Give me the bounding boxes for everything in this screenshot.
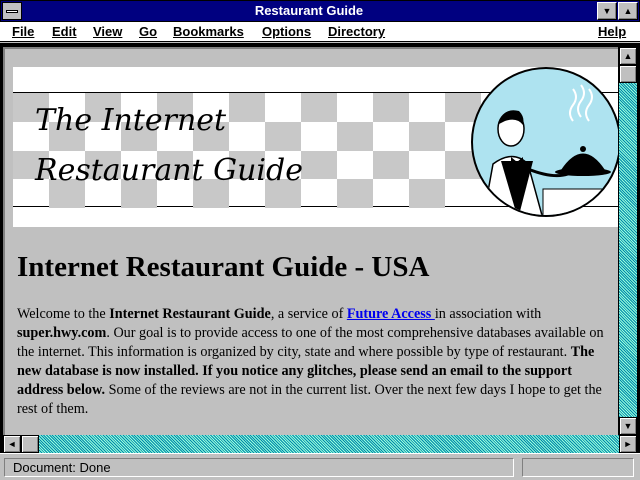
site-banner: The Internet Restaurant Guide (13, 67, 618, 227)
para-bold: super.hwy.com (17, 325, 107, 341)
page-title: Internet Restaurant Guide - USA (17, 251, 430, 283)
logo-text-line2: Restaurant Guide (35, 153, 303, 188)
menu-directory[interactable]: Directory (328, 24, 385, 39)
checker-square (409, 121, 445, 151)
menu-help[interactable]: Help (598, 24, 626, 39)
arrow-up-icon: ▲ (623, 6, 633, 16)
browser-viewport: The Internet Restaurant Guide Internet R… (0, 43, 640, 453)
menu-bookmarks[interactable]: Bookmarks (173, 24, 244, 39)
system-menu-icon (6, 10, 18, 13)
scroll-left-button[interactable]: ◄ (3, 435, 21, 453)
para-bold: Internet Restaurant Guide (109, 306, 271, 322)
future-access-link[interactable]: Future Access (347, 306, 435, 322)
checker-square (337, 121, 373, 151)
para-text: Welcome to the (17, 306, 110, 322)
checker-square (229, 93, 265, 122)
checker-square (337, 179, 373, 208)
vertical-scrollbar[interactable]: ▲ ▼ (619, 47, 637, 435)
arrow-left-icon: ◄ (7, 439, 17, 449)
progress-indicator (522, 458, 634, 477)
arrow-right-icon: ► (623, 439, 633, 449)
menu-view[interactable]: View (93, 24, 122, 39)
checker-square (301, 150, 337, 180)
arrow-down-icon: ▼ (602, 6, 612, 16)
arrow-up-icon: ▲ (623, 51, 633, 61)
para-text: Some of the reviews are not in the curre… (17, 382, 602, 417)
checker-square (373, 93, 409, 122)
scroll-up-button[interactable]: ▲ (619, 47, 637, 65)
logo-text-line1: The Internet (35, 103, 227, 138)
page-content[interactable]: The Internet Restaurant Guide Internet R… (3, 47, 618, 435)
checker-square (301, 93, 337, 122)
intro-paragraph: Welcome to the Internet Restaurant Guide… (17, 305, 613, 419)
arrow-down-icon: ▼ (623, 421, 633, 431)
status-bar: Document: Done (0, 453, 640, 480)
scroll-right-button[interactable]: ► (619, 435, 637, 453)
horizontal-scroll-thumb[interactable] (21, 435, 39, 453)
menu-file[interactable]: File (12, 24, 34, 39)
checker-square (373, 150, 409, 180)
menu-options[interactable]: Options (262, 24, 311, 39)
scroll-down-button[interactable]: ▼ (619, 417, 637, 435)
checker-square (409, 179, 445, 208)
menu-go[interactable]: Go (139, 24, 157, 39)
menu-bar: File Edit View Go Bookmarks Options Dire… (0, 22, 640, 42)
checker-square (265, 121, 301, 151)
waiter-icon (482, 84, 618, 215)
menu-edit[interactable]: Edit (52, 24, 77, 39)
vertical-scroll-thumb[interactable] (619, 65, 637, 83)
window-title: Restaurant Guide (254, 3, 364, 18)
para-text: in association with (434, 306, 542, 322)
minimize-button[interactable]: ▼ (597, 2, 617, 20)
status-text: Document: Done (4, 458, 514, 477)
horizontal-scrollbar[interactable]: ◄ ► (3, 435, 637, 453)
maximize-button[interactable]: ▲ (618, 2, 638, 20)
para-text: , a service of (270, 306, 347, 322)
waiter-illustration (471, 67, 618, 217)
title-bar[interactable]: Restaurant Guide ▼ ▲ (0, 0, 640, 22)
system-menu-button[interactable] (2, 2, 22, 20)
